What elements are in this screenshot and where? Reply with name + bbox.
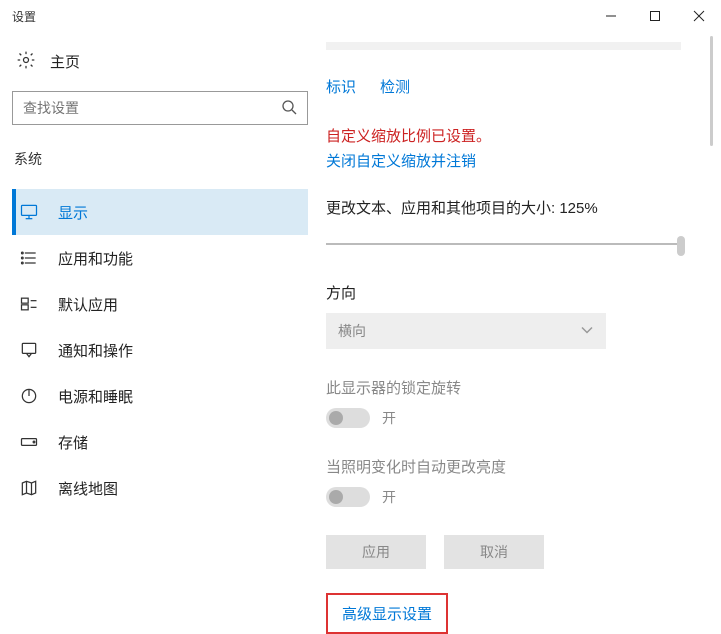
nav-item-power[interactable]: 电源和睡眠 bbox=[12, 373, 308, 419]
scale-label: 更改文本、应用和其他项目的大小: 125% bbox=[326, 197, 681, 218]
auto-brightness-label: 当照明变化时自动更改亮度 bbox=[326, 456, 681, 477]
section-label: 系统 bbox=[14, 149, 308, 169]
search-icon bbox=[281, 99, 297, 118]
nav-item-apps[interactable]: 应用和功能 bbox=[12, 235, 308, 281]
apply-button[interactable]: 应用 bbox=[326, 535, 426, 569]
nav-label: 离线地图 bbox=[58, 478, 118, 499]
nav-item-display[interactable]: 显示 bbox=[12, 189, 308, 235]
nav-label: 电源和睡眠 bbox=[58, 386, 133, 407]
cancel-button[interactable]: 取消 bbox=[444, 535, 544, 569]
rotation-lock-label: 此显示器的锁定旋转 bbox=[326, 377, 681, 398]
nav-item-storage[interactable]: 存储 bbox=[12, 419, 308, 465]
maximize-button[interactable] bbox=[633, 0, 677, 32]
notification-icon bbox=[18, 340, 40, 360]
home-link[interactable]: 主页 bbox=[12, 40, 308, 91]
window-title: 设置 bbox=[12, 8, 36, 25]
nav-label: 显示 bbox=[58, 202, 88, 223]
chevron-down-icon bbox=[580, 323, 594, 340]
orientation-value: 横向 bbox=[338, 321, 366, 341]
close-button[interactable] bbox=[677, 0, 721, 32]
orientation-select[interactable]: 横向 bbox=[326, 313, 606, 349]
minimize-button[interactable] bbox=[589, 0, 633, 32]
advanced-display-link[interactable]: 高级显示设置 bbox=[342, 606, 432, 623]
power-icon bbox=[18, 386, 40, 406]
identify-link[interactable]: 标识 bbox=[326, 76, 356, 97]
storage-icon bbox=[18, 432, 40, 452]
home-label: 主页 bbox=[50, 51, 80, 72]
nav-label: 默认应用 bbox=[58, 294, 118, 315]
search-input[interactable] bbox=[23, 100, 281, 116]
auto-brightness-status: 开 bbox=[382, 487, 396, 507]
auto-brightness-toggle[interactable] bbox=[326, 487, 370, 507]
orientation-label: 方向 bbox=[326, 282, 681, 303]
slider-thumb[interactable] bbox=[677, 236, 685, 256]
nav-item-default-apps[interactable]: 默认应用 bbox=[12, 281, 308, 327]
rotation-lock-status: 开 bbox=[382, 408, 396, 428]
nav-label: 通知和操作 bbox=[58, 340, 133, 361]
nav-item-maps[interactable]: 离线地图 bbox=[12, 465, 308, 511]
nav-label: 应用和功能 bbox=[58, 248, 133, 269]
default-apps-icon bbox=[18, 294, 40, 314]
scrollbar-indicator[interactable] bbox=[710, 36, 713, 146]
advanced-highlight-box: 高级显示设置 bbox=[326, 593, 448, 634]
map-icon bbox=[18, 478, 40, 498]
nav-label: 存储 bbox=[58, 432, 88, 453]
detect-link[interactable]: 检测 bbox=[380, 76, 410, 97]
scale-slider[interactable] bbox=[326, 236, 681, 254]
display-preview-placeholder bbox=[326, 42, 681, 50]
nav-item-notifications[interactable]: 通知和操作 bbox=[12, 327, 308, 373]
list-icon bbox=[18, 248, 40, 268]
gear-icon bbox=[16, 50, 36, 73]
rotation-lock-toggle[interactable] bbox=[326, 408, 370, 428]
turn-off-custom-scale-link[interactable]: 关闭自定义缩放并注销 bbox=[326, 150, 681, 171]
monitor-icon bbox=[18, 202, 40, 222]
custom-scale-warning: 自定义缩放比例已设置。 bbox=[326, 125, 681, 146]
slider-track bbox=[326, 243, 681, 245]
search-input-wrapper[interactable] bbox=[12, 91, 308, 125]
